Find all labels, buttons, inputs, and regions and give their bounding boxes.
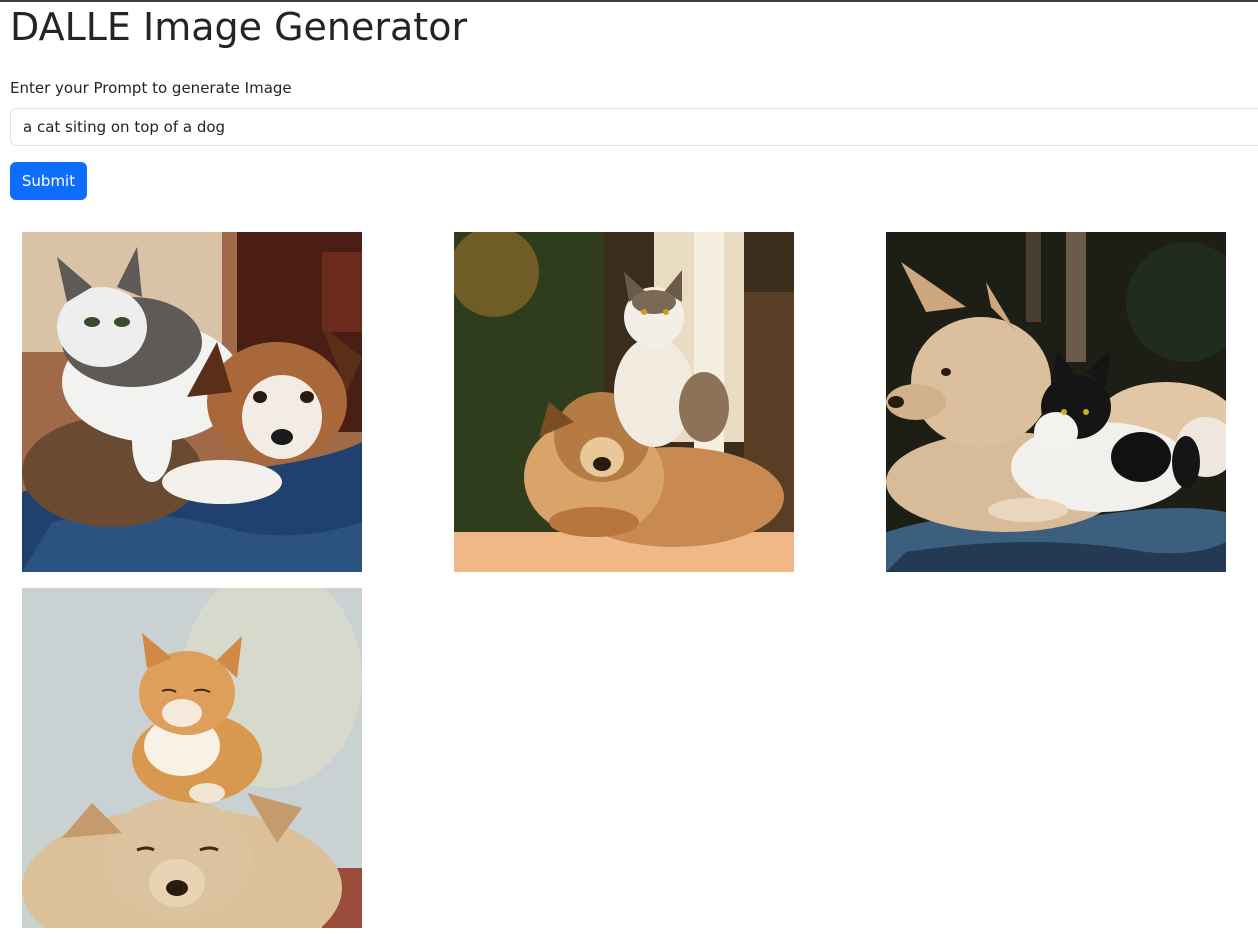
generated-image-4[interactable] [22,588,362,928]
window-top-border [0,0,1258,2]
generated-image-2[interactable] [454,232,794,572]
cat-dog-image [22,232,362,572]
cat-dog-image [454,232,794,572]
prompt-label: Enter your Prompt to generate Image [10,79,292,97]
prompt-input[interactable] [10,108,1258,146]
submit-button[interactable]: Submit [10,162,87,200]
cat-dog-image [886,232,1226,572]
page-title: DALLE Image Generator [10,5,468,49]
cat-dog-image [22,588,362,928]
generated-image-1[interactable] [22,232,362,572]
generated-image-3[interactable] [886,232,1226,572]
